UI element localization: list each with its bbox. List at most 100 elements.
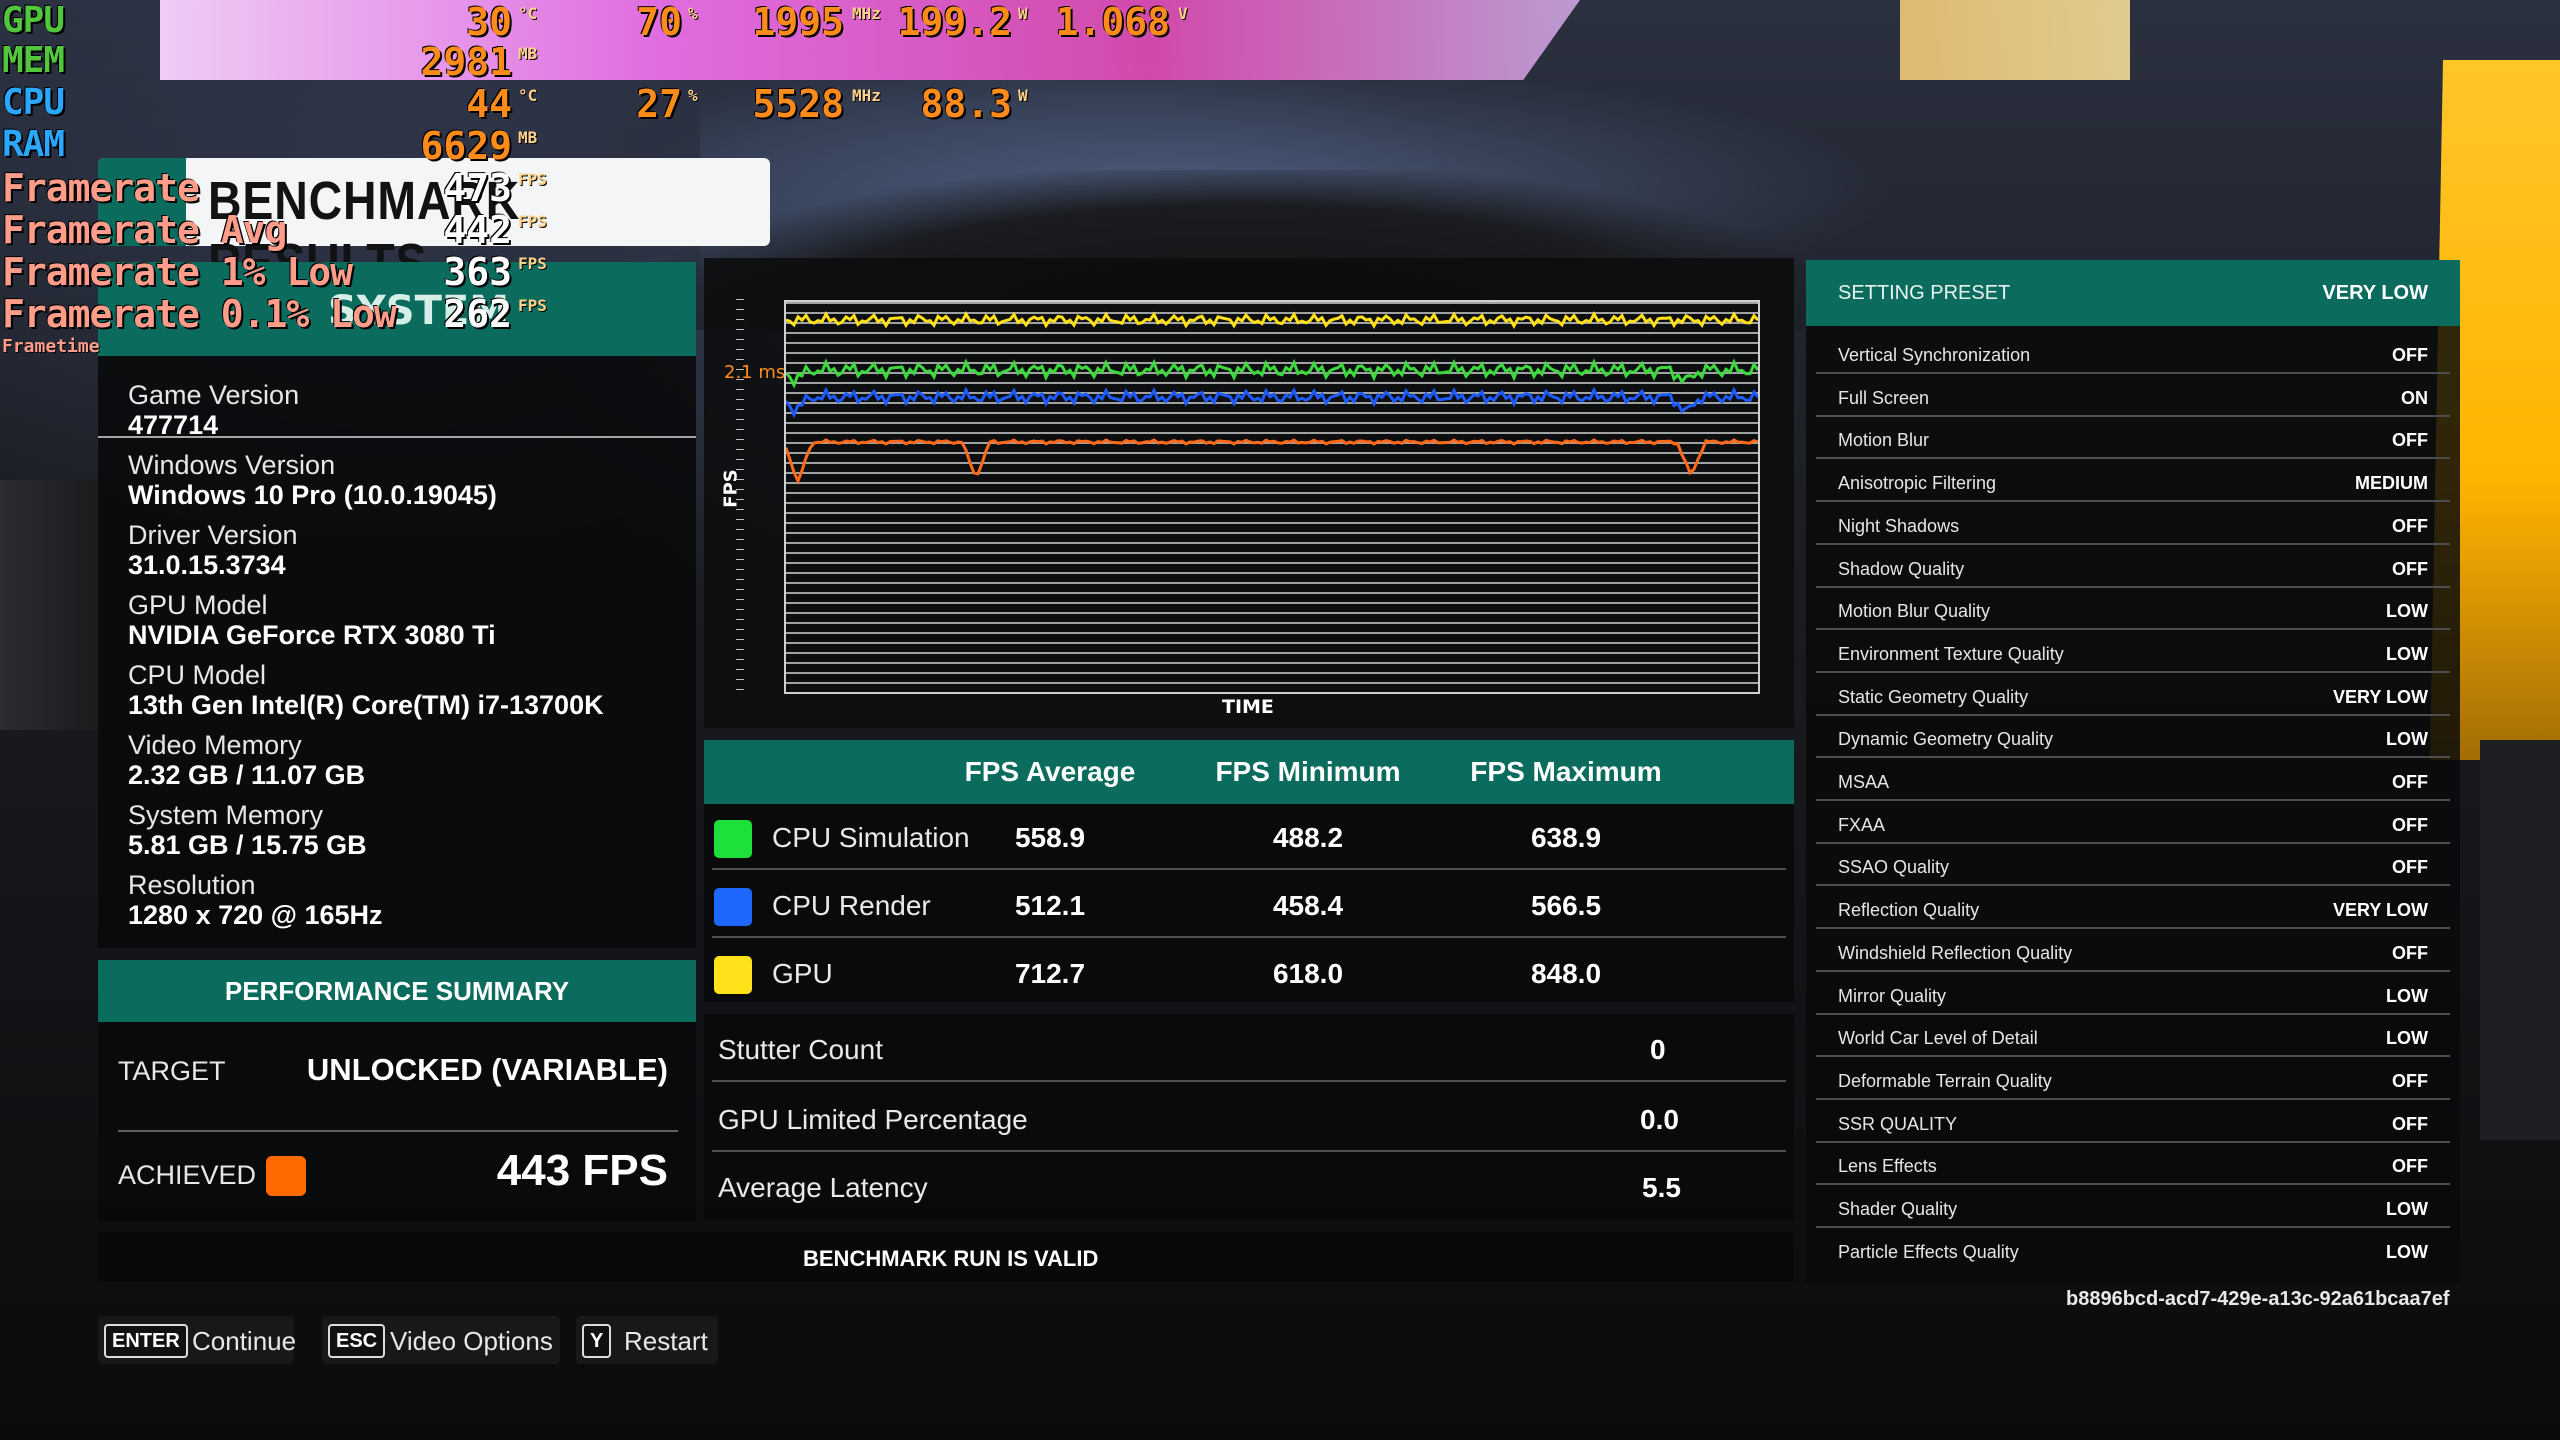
graph-x-axis-label: TIME bbox=[1222, 696, 1274, 718]
fps-maximum-cell: 566.5 bbox=[1530, 890, 1602, 921]
performance-summary-panel: TARGET UNLOCKED (VARIABLE) ACHIEVED 443 … bbox=[98, 1022, 696, 1222]
graph-y-axis-label: FPS bbox=[720, 469, 742, 508]
row-divider bbox=[1816, 372, 2450, 374]
setting-name: Static Geometry Quality bbox=[1838, 686, 2029, 707]
setting-row: Windshield Reflection Quality OFF bbox=[1816, 930, 2450, 972]
graph-series bbox=[786, 311, 1758, 485]
osd-ram-value: 6629 bbox=[420, 124, 512, 168]
target-row: TARGET UNLOCKED (VARIABLE) bbox=[118, 1028, 678, 1118]
osd-unit: MHz bbox=[852, 86, 881, 105]
setting-row: MSAA OFF bbox=[1816, 759, 2450, 801]
osd-cpu-temp: 44 bbox=[466, 82, 512, 126]
row-divider bbox=[1816, 1226, 2450, 1228]
setting-name: Deformable Terrain Quality bbox=[1838, 1070, 2052, 1091]
system-info-key: Resolution bbox=[128, 870, 256, 900]
setting-value: OFF bbox=[2392, 1070, 2428, 1091]
fps-minimum-cell: 488.2 bbox=[1272, 822, 1344, 853]
setting-row: World Car Level of Detail LOW bbox=[1816, 1015, 2450, 1058]
system-info-value: Windows 10 Pro (10.0.19045) bbox=[128, 480, 497, 510]
setting-name: SSAO Quality bbox=[1838, 857, 1950, 878]
system-info-value: NVIDIA GeForce RTX 3080 Ti bbox=[128, 620, 496, 650]
stat-row: Stutter Count 0 bbox=[704, 1014, 1794, 1082]
frametime-series-line bbox=[786, 438, 1758, 485]
system-info-key: CPU Model bbox=[128, 660, 267, 690]
setting-name: Night Shadows bbox=[1838, 515, 1960, 536]
fps-minimum-cell: 618.0 bbox=[1272, 958, 1344, 989]
row-divider bbox=[712, 868, 1786, 870]
setting-value: LOW bbox=[2386, 985, 2428, 1006]
table-row: CPU Render 512.1 458.4 566.5 bbox=[704, 872, 1794, 938]
osd-unit: FPS bbox=[518, 170, 547, 189]
setting-name: Full Screen bbox=[1838, 387, 1930, 408]
setting-value: VERY LOW bbox=[2332, 900, 2428, 921]
row-divider bbox=[1816, 884, 2450, 887]
system-info-value: 1280 x 720 @ 165Hz bbox=[128, 900, 383, 930]
performance-overlay: GPU 30 °C 70 % 1995 MHz 199.2 W 1.068 V … bbox=[0, 0, 1200, 360]
video-options-label: Video Options bbox=[390, 1326, 553, 1356]
gpu-color-swatch bbox=[714, 956, 752, 994]
row-divider bbox=[1816, 585, 2450, 588]
system-info-key: Windows Version bbox=[128, 450, 336, 480]
system-info-item: CPU Model 13th Gen Intel(R) Core(TM) i7-1… bbox=[128, 660, 604, 720]
osd-frametime-label: Frametime bbox=[2, 336, 100, 357]
stutter-count-label: Stutter Count bbox=[718, 1034, 883, 1065]
setting-value: VERY LOW bbox=[2332, 686, 2428, 707]
continue-label: Continue bbox=[192, 1326, 297, 1356]
fps-average-cell: 558.9 bbox=[1014, 822, 1086, 853]
osd-unit: MB bbox=[518, 44, 538, 63]
setting-row: Shader Quality LOW bbox=[1816, 1186, 2450, 1228]
system-info-panel: Game Version 477714 Windows Version Windows… bbox=[98, 356, 696, 948]
osd-unit: MB bbox=[518, 128, 538, 147]
osd-framerate-value: 473 bbox=[443, 166, 512, 210]
row-name: GPU bbox=[772, 958, 833, 989]
osd-unit: FPS bbox=[518, 296, 547, 315]
setting-value: OFF bbox=[2392, 814, 2428, 835]
setting-row: Lens Effects OFF bbox=[1816, 1143, 2450, 1186]
system-info-key: Video Memory bbox=[128, 730, 302, 760]
setting-value: OFF bbox=[2392, 1113, 2428, 1134]
continue-button[interactable]: ENTER Continue bbox=[98, 1316, 297, 1364]
setting-name: Mirror Quality bbox=[1838, 985, 1947, 1006]
system-info-item: Game Version 477714 bbox=[128, 380, 299, 440]
setting-name: Motion Blur Quality bbox=[1838, 601, 1991, 622]
row-divider bbox=[1816, 927, 2450, 930]
achieved-label: ACHIEVED bbox=[118, 1160, 257, 1190]
achieved-value: 443 FPS bbox=[496, 1146, 668, 1195]
setting-row: SSR QUALITY OFF bbox=[1816, 1101, 2450, 1143]
target-label: TARGET bbox=[118, 1056, 226, 1086]
row-divider bbox=[1816, 1097, 2450, 1100]
setting-row: SSAO Quality OFF bbox=[1816, 844, 2450, 887]
setting-row: Shadow Quality OFF bbox=[1816, 546, 2450, 588]
setting-row: Deformable Terrain Quality OFF bbox=[1816, 1058, 2450, 1100]
system-info-item: Driver Version 31.0.15.3734 bbox=[128, 520, 298, 580]
row-divider bbox=[1816, 500, 2450, 503]
setting-row: Dynamic Geometry Quality LOW bbox=[1816, 716, 2450, 759]
osd-mem-value: 2981 bbox=[420, 40, 512, 84]
osd-gpu-label: GPU bbox=[2, 0, 65, 41]
table-row: CPU Simulation 558.9 488.2 638.9 bbox=[704, 804, 1794, 870]
row-divider bbox=[1816, 628, 2450, 631]
setting-preset-value: VERY LOW bbox=[2322, 282, 2428, 304]
stat-row: Average Latency 5.5 bbox=[704, 1152, 1794, 1220]
osd-cpu-power: 88.3 bbox=[920, 82, 1012, 126]
esc-key-icon: ESC bbox=[328, 1324, 386, 1358]
fps-minimum-header: FPS Minimum bbox=[1215, 756, 1401, 787]
osd-gpu-temp: 30 bbox=[466, 0, 512, 44]
performance-summary-title: PERFORMANCE SUMMARY bbox=[224, 976, 570, 1006]
osd-framerate-label: Framerate bbox=[2, 166, 200, 210]
cpu-simulation-series-line bbox=[786, 358, 1758, 389]
system-info-item: System Memory 5.81 GB / 15.75 GB bbox=[128, 800, 367, 860]
setting-name: Shader Quality bbox=[1838, 1199, 1958, 1219]
setting-value: OFF bbox=[2392, 430, 2428, 451]
row-divider bbox=[712, 1080, 1786, 1082]
restart-button[interactable]: Y Restart bbox=[576, 1316, 718, 1364]
setting-name: Dynamic Geometry Quality bbox=[1838, 729, 2054, 750]
fps-table-body: CPU Simulation 558.9 488.2 638.9 CPU Ren… bbox=[704, 804, 1794, 1002]
setting-name: Environment Texture Quality bbox=[1838, 643, 2064, 664]
video-options-button[interactable]: ESC Video Options bbox=[322, 1316, 560, 1364]
table-row: GPU 712.7 618.0 848.0 bbox=[704, 940, 1794, 1006]
row-divider bbox=[1816, 414, 2450, 417]
setting-row: Motion Blur OFF bbox=[1816, 417, 2450, 460]
system-info-item: Video Memory 2.32 GB / 11.07 GB bbox=[128, 730, 365, 790]
setting-name: Anisotropic Filtering bbox=[1838, 473, 1997, 494]
